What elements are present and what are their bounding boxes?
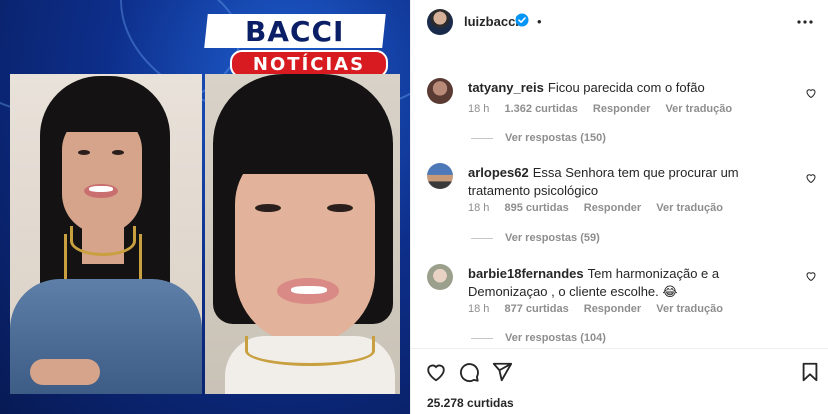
verified-badge-icon <box>515 13 529 27</box>
comment-meta: 18 h 877 curtidas Responder Ver tradução <box>468 303 735 315</box>
comment-time: 18 h <box>468 303 490 315</box>
like-comment-heart-icon[interactable] <box>805 270 817 282</box>
header-separator: • <box>537 14 542 29</box>
like-comment-heart-icon[interactable] <box>805 87 817 99</box>
photo-before <box>10 74 202 394</box>
comment-likes[interactable]: 877 curtidas <box>504 303 568 315</box>
view-replies-button[interactable]: Ver respostas (150) <box>471 132 606 144</box>
replies-divider <box>471 137 493 139</box>
comment-text-block: barbie18fernandes Tem harmonização e a De… <box>468 265 783 301</box>
post-media[interactable]: BACCI NOTÍCIAS <box>0 0 410 414</box>
author-avatar[interactable] <box>427 9 453 35</box>
commenter-avatar[interactable] <box>427 163 453 189</box>
comment-meta: 18 h 895 curtidas Responder Ver tradução <box>468 202 735 214</box>
brand-title: BACCI <box>245 14 345 48</box>
view-replies-label[interactable]: Ver respostas (104) <box>505 332 606 344</box>
more-horizontal-icon[interactable] <box>797 14 813 30</box>
view-replies-label[interactable]: Ver respostas (59) <box>505 232 600 244</box>
comment-likes[interactable]: 1.362 curtidas <box>504 103 577 115</box>
reply-button[interactable]: Responder <box>593 103 650 115</box>
photo-after <box>205 74 400 394</box>
brand-subtitle: NOTÍCIAS <box>252 53 366 75</box>
post-likes-count[interactable]: 25.278 curtidas <box>427 396 514 410</box>
comments-panel: luizbacci • tatyany_reis Ficou parecida c… <box>410 0 828 414</box>
commenter-username[interactable]: tatyany_reis <box>468 80 544 95</box>
comment-body: Ficou parecida com o fofão <box>547 80 705 95</box>
author-username[interactable]: luizbacci <box>464 14 519 29</box>
replies-divider <box>471 237 493 239</box>
view-replies-button[interactable]: Ver respostas (59) <box>471 232 600 244</box>
reply-button[interactable]: Responder <box>584 202 641 214</box>
replies-divider <box>471 337 493 339</box>
translate-button[interactable]: Ver tradução <box>665 103 732 115</box>
bacci-noticias-logo: BACCI NOTÍCIAS <box>200 10 392 78</box>
translate-button[interactable]: Ver tradução <box>656 303 723 315</box>
commenter-avatar[interactable] <box>427 78 453 104</box>
comment-meta: 18 h 1.362 curtidas Responder Ver traduç… <box>468 103 744 115</box>
commenter-username[interactable]: barbie18fernandes <box>468 266 584 281</box>
translate-button[interactable]: Ver tradução <box>656 202 723 214</box>
comment-text-block: tatyany_reis Ficou parecida com o fofão <box>468 79 783 97</box>
comment-time: 18 h <box>468 103 490 115</box>
like-comment-heart-icon[interactable] <box>805 172 817 184</box>
comment-icon[interactable] <box>458 361 480 383</box>
share-icon[interactable] <box>491 361 513 383</box>
commenter-avatar[interactable] <box>427 264 453 290</box>
comment-time: 18 h <box>468 202 490 214</box>
heart-icon[interactable] <box>425 361 447 383</box>
comment-text-block: arlopes62 Essa Senhora tem que procurar u… <box>468 164 783 200</box>
commenter-username[interactable]: arlopes62 <box>468 165 529 180</box>
post-actions-bar: 25.278 curtidas <box>411 348 828 414</box>
bookmark-icon[interactable] <box>799 361 821 383</box>
view-replies-label[interactable]: Ver respostas (150) <box>505 132 606 144</box>
view-replies-button[interactable]: Ver respostas (104) <box>471 332 606 344</box>
post-header: luizbacci • <box>411 0 828 44</box>
comment-likes[interactable]: 895 curtidas <box>504 202 568 214</box>
reply-button[interactable]: Responder <box>584 303 641 315</box>
